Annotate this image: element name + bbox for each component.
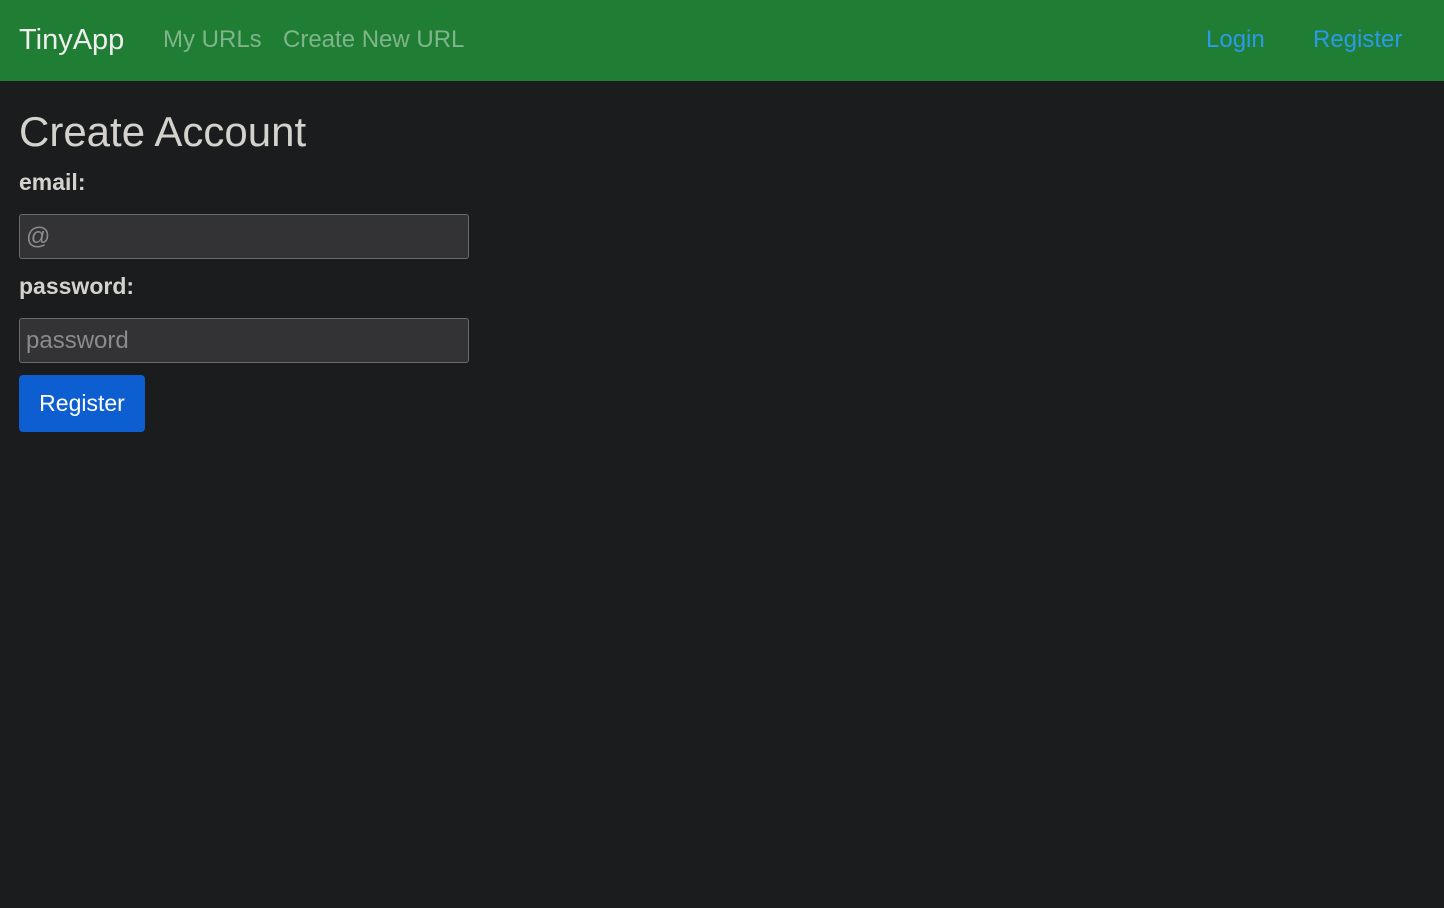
nav-link-create-new-url[interactable]: Create New URL [283,26,464,54]
password-label: password: [19,273,135,299]
nav-link-register[interactable]: Register [1313,26,1402,54]
nav-link-login[interactable]: Login [1206,26,1265,54]
register-submit-button[interactable]: Register [19,375,145,432]
password-input[interactable] [19,318,469,363]
email-label: email: [19,169,86,195]
top-navbar: TinyApp My URLs Create New URL Login Reg… [0,0,1444,81]
nav-link-my-urls[interactable]: My URLs [163,26,262,54]
email-input[interactable] [19,214,469,259]
brand-logo-link[interactable]: TinyApp [19,22,124,58]
page-title: Create Account [19,108,307,155]
